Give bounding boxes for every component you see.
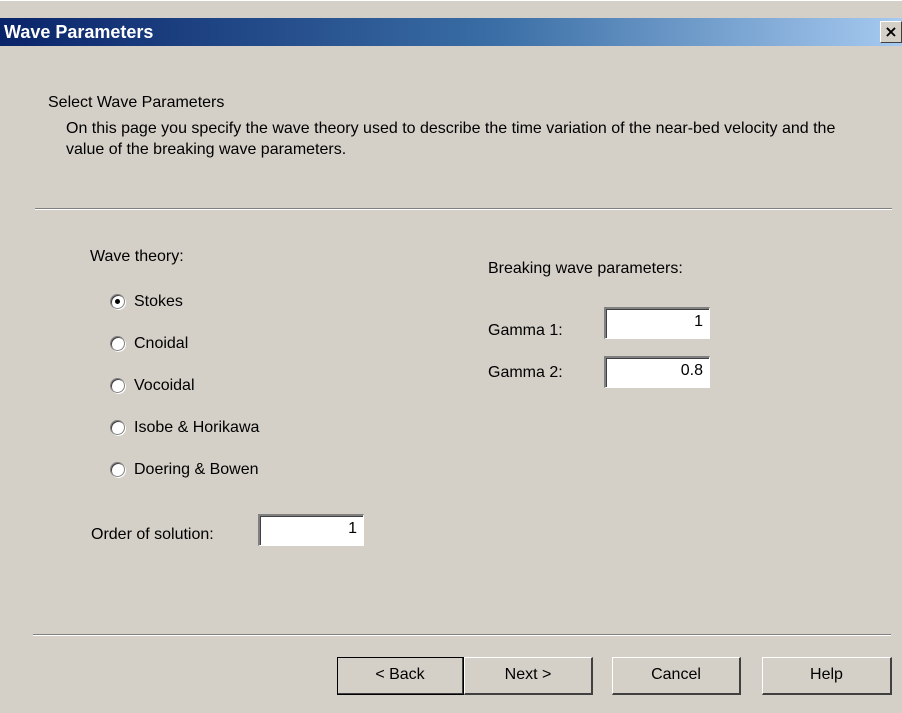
title-bar[interactable]: Wave Parameters ×: [0, 18, 902, 46]
window-title: Wave Parameters: [4, 22, 154, 42]
radio-button-icon[interactable]: [110, 462, 125, 477]
page-heading: Select Wave Parameters: [48, 94, 225, 111]
footer-divider: [33, 634, 891, 636]
gamma2-label: Gamma 2:: [488, 364, 563, 381]
order-of-solution-label: Order of solution:: [91, 526, 214, 543]
radio-label: Doering & Bowen: [134, 461, 259, 478]
gamma1-label: Gamma 1:: [488, 322, 563, 339]
radio-button-icon[interactable]: [110, 336, 125, 351]
radio-label: Isobe & Horikawa: [134, 419, 260, 436]
cancel-button[interactable]: Cancel: [612, 657, 741, 695]
help-button[interactable]: Help: [762, 657, 892, 695]
radio-button-icon[interactable]: [110, 420, 125, 435]
radio-label: Stokes: [134, 293, 183, 310]
gamma2-input[interactable]: 0.8: [604, 356, 710, 388]
radio-button-icon[interactable]: [110, 294, 125, 309]
radio-label: Cnoidal: [134, 335, 189, 352]
wave-theory-label: Wave theory:: [90, 248, 184, 265]
order-of-solution-input[interactable]: 1: [258, 514, 364, 546]
header-divider: [35, 208, 892, 210]
gamma1-input[interactable]: 1: [604, 307, 710, 339]
breaking-wave-label: Breaking wave parameters:: [488, 260, 683, 277]
next-button[interactable]: Next >: [464, 657, 593, 695]
back-button[interactable]: < Back: [337, 657, 464, 695]
close-button[interactable]: ×: [880, 21, 902, 43]
radio-button-icon[interactable]: [110, 378, 125, 393]
close-icon: ×: [884, 22, 898, 41]
page-description: On this page you specify the wave theory…: [66, 120, 836, 158]
wave-parameters-dialog: Wave Parameters × Select Wave Parameters…: [0, 0, 902, 713]
radio-label: Vocoidal: [134, 377, 195, 394]
